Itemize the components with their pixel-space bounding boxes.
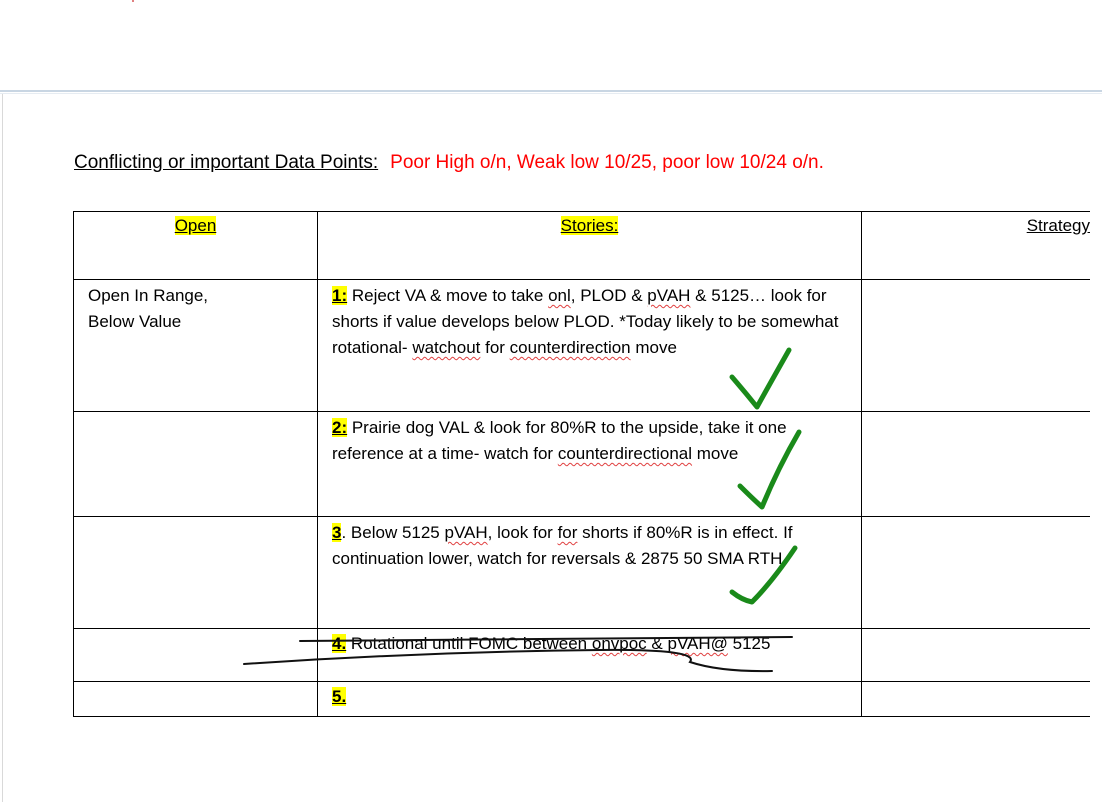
strategy-cell[interactable]	[861, 628, 1090, 682]
page-top-edge	[0, 90, 1102, 92]
strategy-cell[interactable]	[861, 516, 1090, 629]
table-row: 2: Prairie dog VAL & look for 80%R to th…	[73, 411, 1090, 517]
conflict-value: Poor High o/n, Weak low 10/25, poor low …	[390, 152, 824, 173]
strategy-cell[interactable]	[861, 411, 1090, 517]
open-cell[interactable]	[73, 411, 318, 517]
strategy-cell[interactable]	[861, 681, 1090, 717]
table-header-row: Open Stories: Strategy	[73, 211, 1090, 280]
story-number: 4.	[332, 634, 347, 653]
story-cell[interactable]: 3. Below 5125 pVAH, look for for shorts …	[317, 516, 862, 629]
open-cell[interactable]	[73, 516, 318, 629]
table-row: 5.	[73, 681, 1090, 717]
open-line-1: Open In Range,	[88, 286, 209, 305]
story-cell[interactable]: 4. Rotational until FOMC between onvpoc …	[317, 628, 862, 682]
table-row: Open In Range, Below Value 1: Reject VA …	[73, 279, 1090, 412]
story-cell[interactable]: 5.	[317, 681, 862, 717]
plan-table: Open Stories: Strategy Open In Range, Be…	[73, 211, 1090, 717]
header-stories[interactable]: Stories:	[317, 211, 862, 280]
conflict-label: Conflicting or important Data Points:	[74, 152, 379, 173]
header-strategy[interactable]: Strategy	[861, 211, 1090, 280]
story-cell[interactable]: 2: Prairie dog VAL & look for 80%R to th…	[317, 411, 862, 517]
open-line-2: Below Value	[88, 312, 182, 331]
open-cell[interactable]	[73, 681, 318, 717]
table-row: 3. Below 5125 pVAH, look for for shorts …	[73, 516, 1090, 629]
story-number: 1:	[332, 286, 348, 305]
story-cell[interactable]: 1: Reject VA & move to take onl, PLOD & …	[317, 279, 862, 412]
header-open[interactable]: Open	[73, 211, 318, 280]
strategy-cell[interactable]	[861, 279, 1090, 412]
open-cell[interactable]	[73, 628, 318, 682]
red-mark	[132, 0, 134, 2]
table-row: 4. Rotational until FOMC between onvpoc …	[73, 628, 1090, 682]
toolbar-area	[0, 0, 1102, 90]
open-cell[interactable]: Open In Range, Below Value	[73, 279, 318, 412]
story-number: 2:	[332, 418, 348, 437]
story-number: 5.	[332, 687, 347, 706]
conflict-line: Conflicting or important Data Points: Poo…	[74, 152, 824, 174]
